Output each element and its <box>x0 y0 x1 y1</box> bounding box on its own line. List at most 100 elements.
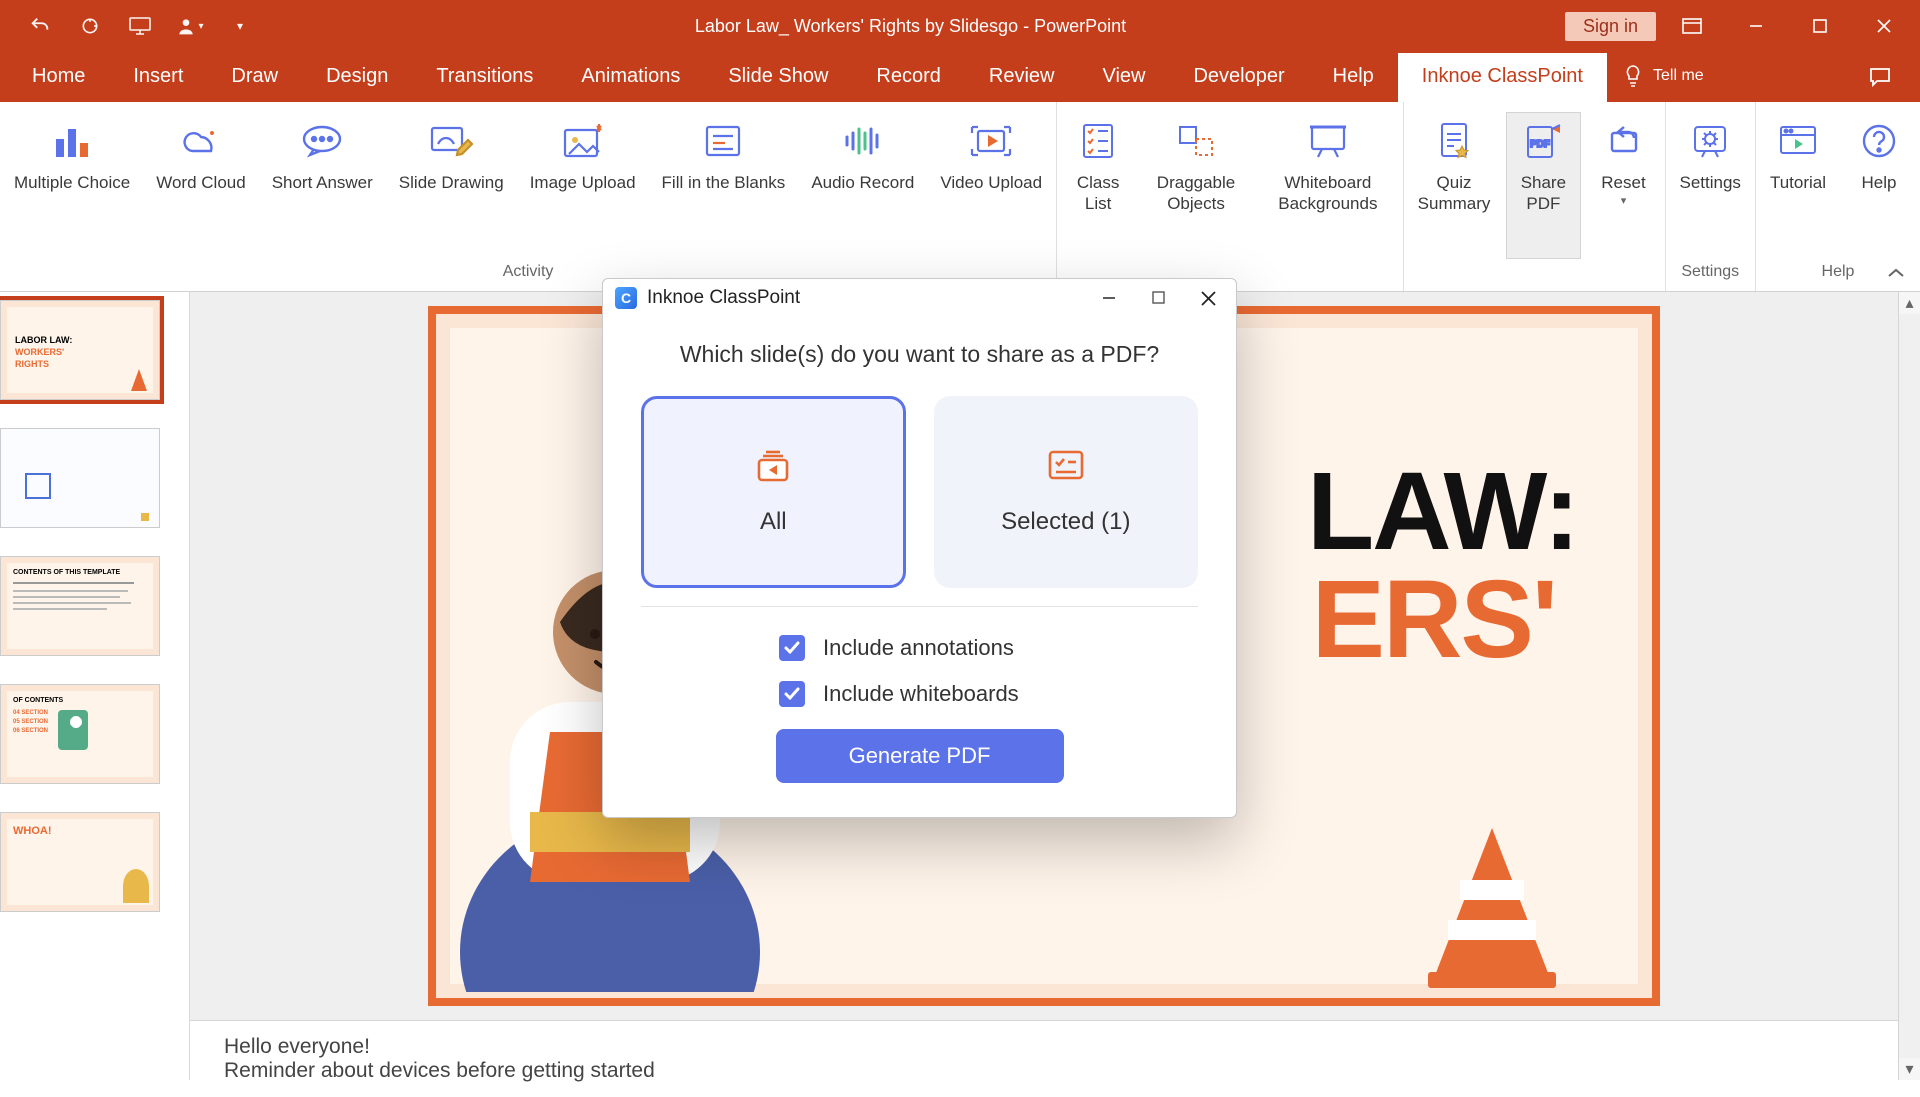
tab-transitions[interactable]: Transitions <box>412 53 557 102</box>
slide-thumbnail-3[interactable]: CONTENTS OF THIS TEMPLATE <box>0 556 160 656</box>
slide-drawing-button[interactable]: Slide Drawing <box>389 112 514 259</box>
ribbon-group-label: Settings <box>1670 259 1751 287</box>
scroll-down-arrow[interactable]: ▾ <box>1899 1058 1920 1080</box>
option-label: Selected (1) <box>1001 508 1130 536</box>
notes-line: Hello everyone! <box>224 1035 1864 1059</box>
ribbon-label: Tutorial <box>1770 172 1826 193</box>
undo-button[interactable] <box>24 10 56 42</box>
ribbon-label: Image Upload <box>530 172 636 193</box>
dialog-maximize-button[interactable] <box>1152 291 1165 306</box>
ribbon-label: Video Upload <box>940 172 1042 193</box>
tab-draw[interactable]: Draw <box>207 53 302 102</box>
sign-in-button[interactable]: Sign in <box>1565 12 1656 41</box>
draggable-objects-button[interactable]: Draggable Objects <box>1141 112 1251 259</box>
redo-button[interactable] <box>74 10 106 42</box>
generate-pdf-button[interactable]: Generate PDF <box>776 729 1064 783</box>
option-all-slides[interactable]: All <box>641 396 906 588</box>
speech-icon <box>299 118 345 164</box>
slide-thumbnail-5[interactable]: WHOA! <box>0 812 160 912</box>
minimize-button[interactable] <box>1728 6 1784 46</box>
word-cloud-button[interactable]: Word Cloud <box>146 112 255 259</box>
dialog-close-button[interactable] <box>1201 291 1216 306</box>
share-pdf-button[interactable]: PDF Share PDF <box>1506 112 1580 259</box>
help-circle-icon <box>1856 118 1902 164</box>
multiple-choice-button[interactable]: Multiple Choice <box>4 112 140 259</box>
audio-record-button[interactable]: Audio Record <box>801 112 924 259</box>
reset-button[interactable]: Reset ▾ <box>1587 112 1661 259</box>
window-title: Labor Law_ Workers' Rights by Slidesgo -… <box>256 16 1565 37</box>
settings-button[interactable]: Settings <box>1670 112 1751 259</box>
slide-thumbnail-1[interactable]: LABOR LAW: WORKERS' RIGHTS <box>0 300 160 400</box>
video-upload-button[interactable]: Video Upload <box>930 112 1052 259</box>
tab-developer[interactable]: Developer <box>1169 53 1308 102</box>
classpoint-logo-icon: C <box>615 287 637 309</box>
ribbon-display-icon[interactable] <box>1664 6 1720 46</box>
tab-review[interactable]: Review <box>965 53 1079 102</box>
whiteboard-backgrounds-button[interactable]: Whiteboard Backgrounds <box>1257 112 1399 259</box>
slide-thumbnail-4[interactable]: OF CONTENTS 04 SECTION 05 SECTION 06 SEC… <box>0 684 160 784</box>
tell-me-search[interactable]: Tell me <box>1623 64 1704 102</box>
tab-record[interactable]: Record <box>852 53 964 102</box>
speaker-notes[interactable]: Hello everyone! Reminder about devices b… <box>190 1020 1898 1097</box>
tutorial-button[interactable]: Tutorial <box>1760 112 1836 259</box>
ribbon-label: Multiple Choice <box>14 172 130 193</box>
svg-text:PDF: PDF <box>1530 139 1550 150</box>
present-from-start-button[interactable] <box>124 10 156 42</box>
pdf-share-icon: PDF <box>1520 118 1566 164</box>
dialog-minimize-button[interactable] <box>1102 291 1116 306</box>
ribbon-label: Reset <box>1601 172 1645 193</box>
dialog-question: Which slide(s) do you want to share as a… <box>641 341 1198 368</box>
option-label: All <box>760 508 787 536</box>
checkbox-label: Include whiteboards <box>823 681 1019 707</box>
ribbon-label: Class List <box>1071 172 1125 215</box>
collapse-ribbon-button[interactable] <box>1886 267 1906 281</box>
ribbon-label: Short Answer <box>272 172 373 193</box>
slide-thumbnails-panel[interactable]: LABOR LAW: WORKERS' RIGHTS CONTENTS OF T… <box>0 292 190 1080</box>
slide-thumbnail-2[interactable] <box>0 428 160 528</box>
doc-star-icon <box>1431 118 1477 164</box>
ribbon-label: Settings <box>1680 172 1741 193</box>
traffic-cone-graphic <box>1434 818 1554 988</box>
ribbon-label: Slide Drawing <box>399 172 504 193</box>
tab-insert[interactable]: Insert <box>109 53 207 102</box>
reset-arrow-icon <box>1601 118 1647 164</box>
scroll-up-arrow[interactable]: ▴ <box>1899 292 1920 314</box>
chevron-down-icon: ▾ <box>1621 195 1627 209</box>
gear-icon <box>1687 118 1733 164</box>
tab-home[interactable]: Home <box>8 53 109 102</box>
quiz-summary-button[interactable]: Quiz Summary <box>1408 112 1501 259</box>
dialog-titlebar[interactable]: C Inknoe ClassPoint <box>603 279 1236 317</box>
qat-customize-dropdown[interactable]: ▾ <box>224 10 256 42</box>
form-lines-icon <box>700 118 746 164</box>
close-button[interactable] <box>1856 6 1912 46</box>
tab-animations[interactable]: Animations <box>557 53 704 102</box>
short-answer-button[interactable]: Short Answer <box>262 112 383 259</box>
ribbon-label: Help <box>1862 172 1897 193</box>
include-whiteboards-checkbox[interactable] <box>779 681 805 707</box>
account-dropdown[interactable]: ▾ <box>174 10 206 42</box>
option-selected-slides[interactable]: Selected (1) <box>934 396 1198 588</box>
help-button[interactable]: Help <box>1842 112 1916 259</box>
video-frame-icon <box>968 118 1014 164</box>
tab-inknoe-classpoint[interactable]: Inknoe ClassPoint <box>1398 53 1607 102</box>
vertical-scrollbar[interactable]: ▴ ▾ <box>1898 292 1920 1080</box>
fill-blanks-button[interactable]: Fill in the Blanks <box>652 112 796 259</box>
include-annotations-checkbox[interactable] <box>779 635 805 661</box>
notes-line: Reminder about devices before getting st… <box>224 1059 1864 1083</box>
maximize-button[interactable] <box>1792 6 1848 46</box>
tab-help[interactable]: Help <box>1309 53 1398 102</box>
tab-view[interactable]: View <box>1078 53 1169 102</box>
tab-slide-show[interactable]: Slide Show <box>704 53 852 102</box>
ribbon-tabs: Home Insert Draw Design Transitions Anim… <box>0 52 1920 102</box>
tab-design[interactable]: Design <box>302 53 412 102</box>
ribbon-label: Quiz Summary <box>1418 172 1491 215</box>
dialog-title: Inknoe ClassPoint <box>647 287 800 309</box>
share-pdf-dialog: C Inknoe ClassPoint Which slide(s) do yo… <box>602 278 1237 818</box>
ribbon-group-label <box>1408 259 1661 287</box>
slide-title-part2: ERS' <box>1312 556 1556 683</box>
image-upload-button[interactable]: Image Upload <box>520 112 646 259</box>
divider <box>641 606 1198 607</box>
class-list-button[interactable]: Class List <box>1061 112 1135 259</box>
ribbon-label: Draggable Objects <box>1151 172 1241 215</box>
comments-button[interactable] <box>1868 66 1912 102</box>
